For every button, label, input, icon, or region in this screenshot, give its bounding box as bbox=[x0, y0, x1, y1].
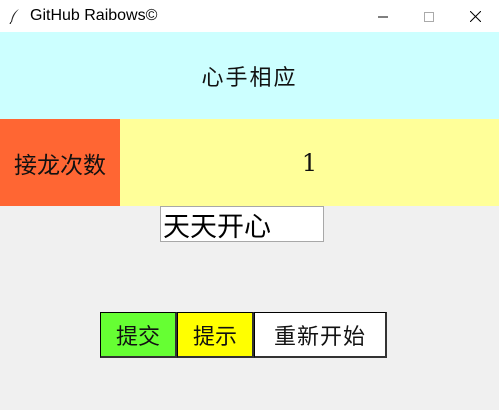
header-title: 心手相应 bbox=[201, 65, 298, 91]
counter-label-box: 接龙次数 bbox=[0, 119, 120, 206]
minimize-icon bbox=[378, 7, 388, 26]
answer-input[interactable] bbox=[160, 206, 324, 242]
window-title: GitHub Raibows© bbox=[30, 7, 158, 24]
restart-button[interactable]: 重新开始 bbox=[254, 312, 387, 358]
counter-value: 1 bbox=[301, 148, 318, 177]
maximize-button[interactable] bbox=[406, 0, 452, 32]
close-icon bbox=[469, 7, 481, 26]
feather-icon bbox=[8, 8, 22, 25]
submit-button[interactable]: 提交 bbox=[100, 312, 177, 358]
counter-label: 接龙次数 bbox=[14, 152, 106, 179]
minimize-button[interactable] bbox=[360, 0, 406, 32]
app-window: GitHub Raibows© 心手相应 接龙次数 1 提交 提示 重新开始 bbox=[0, 0, 499, 410]
title-bar[interactable]: GitHub Raibows© bbox=[0, 0, 499, 32]
header-banner: 心手相应 bbox=[0, 32, 499, 119]
maximize-icon bbox=[424, 7, 434, 26]
close-button[interactable] bbox=[452, 0, 498, 32]
counter-value-box: 1 bbox=[120, 119, 499, 206]
hint-button[interactable]: 提示 bbox=[177, 312, 254, 358]
